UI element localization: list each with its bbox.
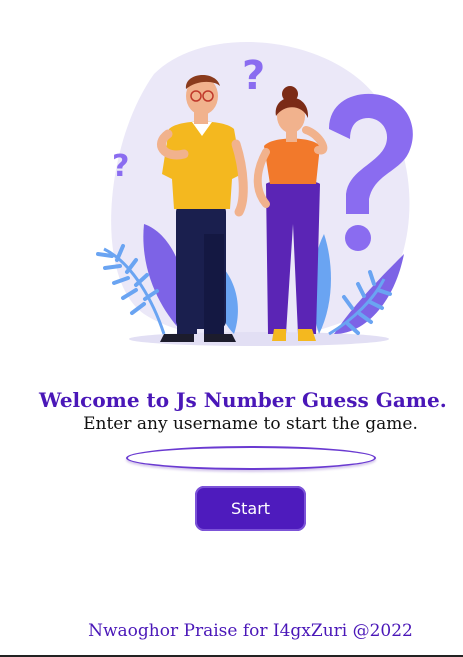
- small-question-mark-left-icon: ?: [112, 149, 129, 184]
- username-input[interactable]: [126, 446, 376, 470]
- hero-illustration: ? ?: [96, 41, 413, 346]
- small-question-mark-icon: ?: [242, 53, 265, 99]
- big-question-dot: [345, 225, 371, 251]
- welcome-title-text: Welcome to Js Number Guess Game.: [39, 388, 447, 412]
- start-button[interactable]: Start: [195, 486, 306, 531]
- footer-credit: Nwaoghor Praise for I4gxZuri @2022: [88, 621, 413, 641]
- welcome-subtitle: Enter any username to start the game.: [83, 414, 418, 434]
